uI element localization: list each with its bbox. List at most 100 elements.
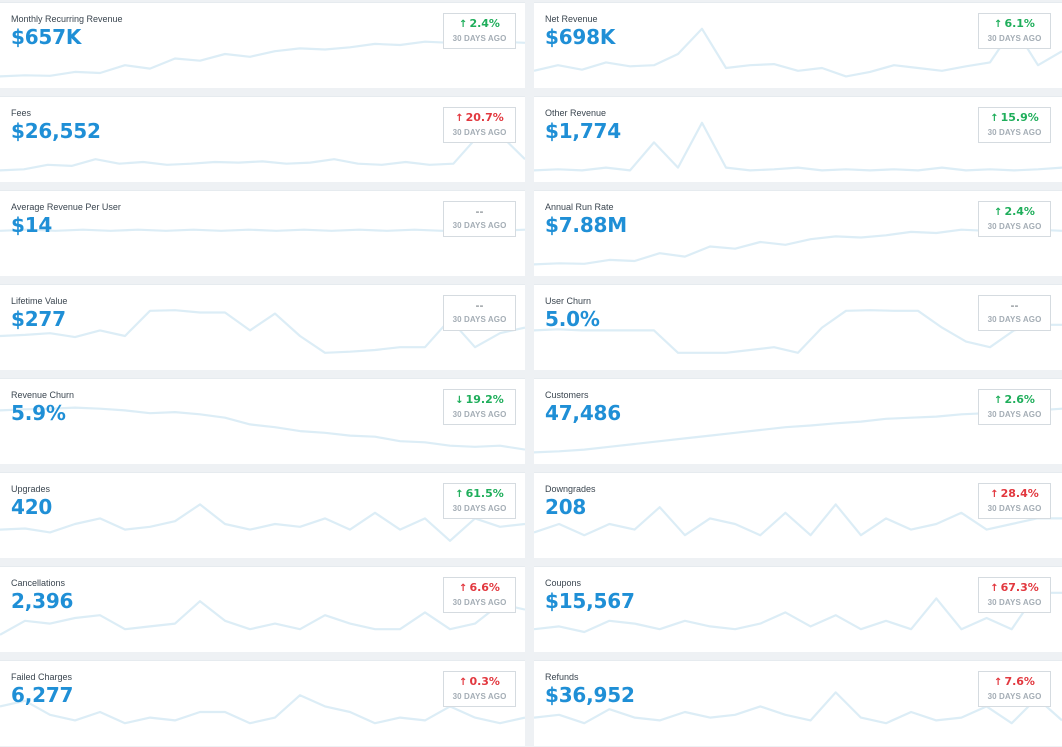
metric-title: Net Revenue (545, 14, 598, 24)
arrow-down-icon: ↓ (455, 395, 464, 406)
metric-value: $7.88M (545, 213, 627, 237)
metric-title: Fees (11, 108, 32, 118)
change-badge: ↑ 0.3% 30 DAYS AGO (443, 671, 516, 707)
change-percent: -- (1010, 299, 1019, 312)
metric-title: Failed Charges (11, 672, 73, 682)
metric-card-revenue-churn[interactable]: Revenue Churn 5.9% ↓ 19.2% 30 DAYS AGO (0, 378, 525, 464)
comparison-period-label: 30 DAYS AGO (987, 598, 1042, 607)
change-percent: 15.9% (1000, 111, 1039, 124)
change-badge: ↑ 2.6% 30 DAYS AGO (978, 389, 1051, 425)
metric-title: Annual Run Rate (545, 202, 614, 212)
change-value: ↑ 61.5% (444, 487, 515, 501)
metric-card-other-revenue[interactable]: Other Revenue $1,774 ↑ 15.9% 30 DAYS AGO (534, 96, 1062, 182)
metric-card-cancellations[interactable]: Cancellations 2,396 ↑ 6.6% 30 DAYS AGO (0, 566, 525, 652)
change-badge: -- 30 DAYS AGO (978, 295, 1051, 331)
change-percent: 2.6% (1004, 393, 1035, 406)
metric-card-monthly-recurring-revenue[interactable]: Monthly Recurring Revenue $657K ↑ 2.4% 30 DA… (0, 2, 525, 88)
change-percent: 19.2% (465, 393, 504, 406)
comparison-period-label: 30 DAYS AGO (987, 34, 1042, 43)
arrow-up-icon: ↑ (990, 583, 999, 594)
metric-card-user-churn[interactable]: User Churn 5.0% -- 30 DAYS AGO (534, 284, 1062, 370)
metric-card-annual-run-rate[interactable]: Annual Run Rate $7.88M ↑ 2.4% 30 DAYS AGO (534, 190, 1062, 276)
comparison-period-label: 30 DAYS AGO (452, 598, 507, 607)
metric-card-net-revenue[interactable]: Net Revenue $698K ↑ 6.1% 30 DAYS AGO (534, 2, 1062, 88)
comparison-period-label: 30 DAYS AGO (987, 504, 1042, 513)
change-value: ↑ 7.6% (979, 675, 1050, 689)
metric-value: 47,486 (545, 401, 621, 425)
arrow-up-icon: ↑ (459, 677, 468, 688)
comparison-period-label: 30 DAYS AGO (452, 410, 507, 419)
metric-card-downgrades[interactable]: Downgrades 208 ↑ 28.4% 30 DAYS AGO (534, 472, 1062, 558)
metric-card-average-revenue-per-user[interactable]: Average Revenue Per User $14 -- 30 DAYS AGO (0, 190, 525, 276)
comparison-period-label: 30 DAYS AGO (452, 692, 507, 701)
change-badge: ↑ 67.3% 30 DAYS AGO (978, 577, 1051, 613)
change-badge: ↑ 7.6% 30 DAYS AGO (978, 671, 1051, 707)
comparison-period-label: 30 DAYS AGO (987, 410, 1042, 419)
change-percent: -- (475, 205, 484, 218)
metric-card-refunds[interactable]: Refunds $36,952 ↑ 7.6% 30 DAYS AGO (534, 660, 1062, 746)
metric-title: Revenue Churn (11, 390, 75, 400)
change-value: -- (979, 299, 1050, 312)
metric-value: $277 (11, 307, 66, 331)
change-value: ↑ 20.7% (444, 111, 515, 125)
metric-value: $15,567 (545, 589, 635, 613)
metric-card-upgrades[interactable]: Upgrades 420 ↑ 61.5% 30 DAYS AGO (0, 472, 525, 558)
arrow-up-icon: ↑ (455, 489, 464, 500)
change-value: ↑ 2.4% (979, 205, 1050, 219)
change-value: ↑ 28.4% (979, 487, 1050, 501)
metric-title: Cancellations (11, 578, 66, 588)
metric-value: $14 (11, 213, 53, 237)
change-badge: ↑ 15.9% 30 DAYS AGO (978, 107, 1051, 143)
metric-value: $1,774 (545, 119, 621, 143)
change-value: ↑ 2.4% (444, 17, 515, 31)
metric-title: Lifetime Value (11, 296, 68, 306)
change-badge: ↑ 2.4% 30 DAYS AGO (443, 13, 516, 49)
metric-title: Other Revenue (545, 108, 607, 118)
change-value: ↑ 6.6% (444, 581, 515, 595)
comparison-period-label: 30 DAYS AGO (452, 221, 507, 230)
metric-title: Average Revenue Per User (11, 202, 121, 212)
arrow-up-icon: ↑ (990, 113, 999, 124)
metric-value: 420 (11, 495, 53, 519)
change-percent: 67.3% (1000, 581, 1039, 594)
metric-value: 5.9% (11, 401, 66, 425)
metric-card-coupons[interactable]: Coupons $15,567 ↑ 67.3% 30 DAYS AGO (534, 566, 1062, 652)
metric-card-failed-charges[interactable]: Failed Charges 6,277 ↑ 0.3% 30 DAYS AGO (0, 660, 525, 746)
change-value: ↑ 15.9% (979, 111, 1050, 125)
comparison-period-label: 30 DAYS AGO (452, 128, 507, 137)
change-percent: 6.6% (469, 581, 500, 594)
change-value: ↑ 0.3% (444, 675, 515, 689)
change-badge: ↑ 28.4% 30 DAYS AGO (978, 483, 1051, 519)
change-value: ↑ 6.1% (979, 17, 1050, 31)
metric-value: 208 (545, 495, 587, 519)
metric-value: $36,952 (545, 683, 635, 707)
metric-title: Refunds (545, 672, 579, 682)
comparison-period-label: 30 DAYS AGO (452, 34, 507, 43)
arrow-up-icon: ↑ (994, 677, 1003, 688)
metric-card-lifetime-value[interactable]: Lifetime Value $277 -- 30 DAYS AGO (0, 284, 525, 370)
change-badge: ↑ 20.7% 30 DAYS AGO (443, 107, 516, 143)
arrow-up-icon: ↑ (990, 489, 999, 500)
comparison-period-label: 30 DAYS AGO (987, 692, 1042, 701)
change-percent: 20.7% (465, 111, 504, 124)
comparison-period-label: 30 DAYS AGO (987, 222, 1042, 231)
change-percent: 2.4% (1004, 205, 1035, 218)
change-value: ↑ 67.3% (979, 581, 1050, 595)
metric-card-customers[interactable]: Customers 47,486 ↑ 2.6% 30 DAYS AGO (534, 378, 1062, 464)
change-badge: -- 30 DAYS AGO (443, 295, 516, 331)
change-value: -- (444, 205, 515, 218)
metric-value: $698K (545, 25, 616, 49)
comparison-period-label: 30 DAYS AGO (452, 315, 507, 324)
comparison-period-label: 30 DAYS AGO (987, 315, 1042, 324)
change-badge: ↑ 6.1% 30 DAYS AGO (978, 13, 1051, 49)
metric-card-fees[interactable]: Fees $26,552 ↑ 20.7% 30 DAYS AGO (0, 96, 525, 182)
change-percent: 28.4% (1000, 487, 1039, 500)
arrow-up-icon: ↑ (459, 19, 468, 30)
metric-title: Coupons (545, 578, 582, 588)
metric-title: Monthly Recurring Revenue (11, 14, 123, 24)
arrow-up-icon: ↑ (455, 113, 464, 124)
arrow-up-icon: ↑ (994, 207, 1003, 218)
change-value: ↑ 2.6% (979, 393, 1050, 407)
metric-value: $657K (11, 25, 82, 49)
change-value: -- (444, 299, 515, 312)
